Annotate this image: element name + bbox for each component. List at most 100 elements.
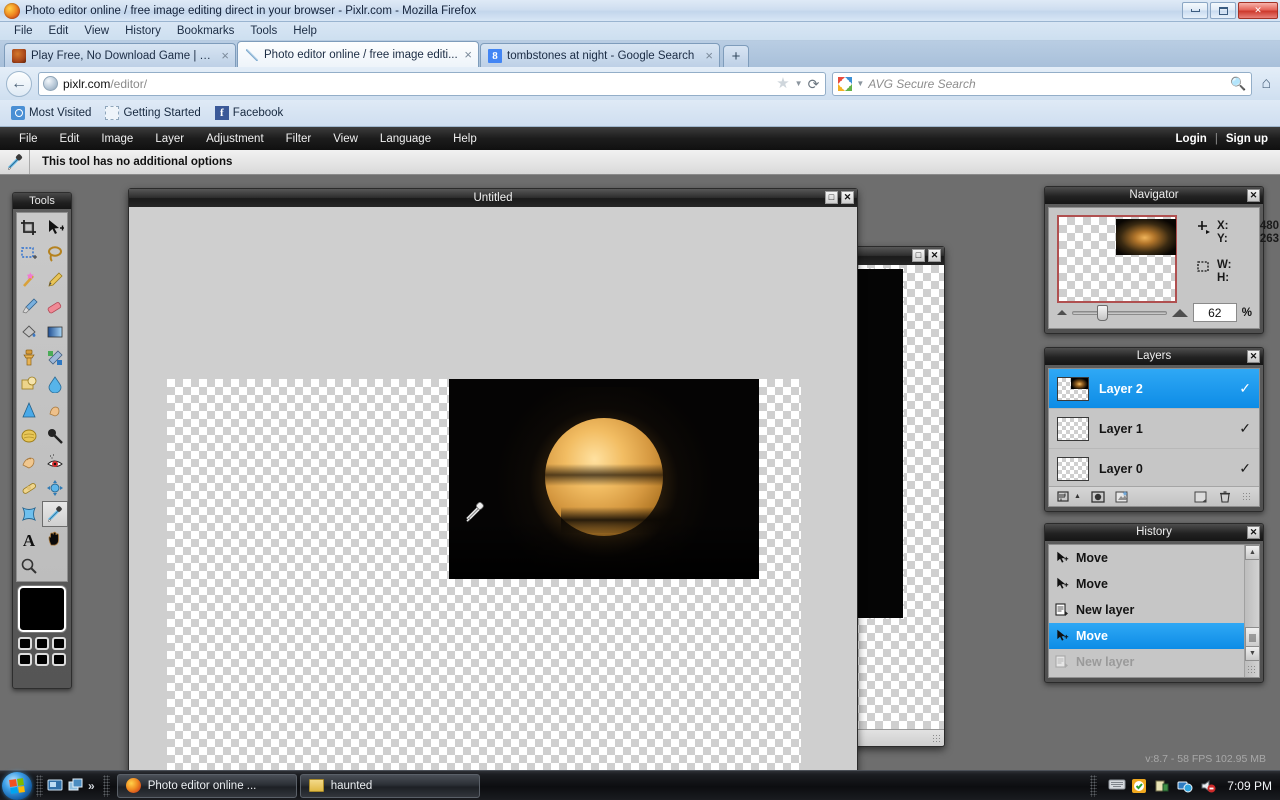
- lasso-tool[interactable]: [42, 241, 68, 267]
- pixlr-menu-adjustment[interactable]: Adjustment: [195, 133, 275, 145]
- signup-link[interactable]: Sign up: [1226, 133, 1268, 145]
- login-link[interactable]: Login: [1176, 133, 1207, 145]
- pixlr-menu-filter[interactable]: Filter: [275, 133, 323, 145]
- crop-tool[interactable]: [16, 215, 42, 241]
- new-tab-button[interactable]: +: [723, 45, 749, 67]
- layer-item-0[interactable]: Layer 0 ✓: [1049, 449, 1259, 489]
- drawing-tool[interactable]: [16, 371, 42, 397]
- close-button[interactable]: ✕: [1238, 2, 1278, 19]
- navigator-close-button[interactable]: ✕: [1247, 189, 1260, 202]
- reload-icon[interactable]: ⟳: [808, 77, 820, 91]
- color-picker-tool[interactable]: [42, 501, 68, 527]
- pencil-tool[interactable]: [42, 267, 68, 293]
- address-bar[interactable]: pixlr.com/editor/ ★ ▼ ⟳: [38, 71, 827, 96]
- layer-item-1[interactable]: Layer 1 ✓: [1049, 409, 1259, 449]
- history-item-move-1[interactable]: Move: [1049, 545, 1259, 571]
- zoom-out-icon[interactable]: [1057, 310, 1067, 315]
- menu-tools[interactable]: Tools: [242, 24, 285, 38]
- pixlr-menu-edit[interactable]: Edit: [49, 133, 91, 145]
- tab-close-icon[interactable]: ×: [705, 49, 713, 62]
- bookmark-getting-started[interactable]: Getting Started: [100, 104, 205, 122]
- gradient-tool[interactable]: [42, 319, 68, 345]
- sponge-tool[interactable]: [16, 423, 42, 449]
- zoom-slider[interactable]: [1072, 304, 1167, 321]
- device-icon[interactable]: [1154, 778, 1170, 794]
- browser-tab-google-search[interactable]: 8 tombstones at night - Google Search ×: [480, 43, 720, 67]
- zoom-tool[interactable]: [16, 553, 42, 579]
- menu-file[interactable]: File: [6, 24, 41, 38]
- taskbar-item-firefox[interactable]: Photo editor online ...: [116, 773, 297, 798]
- palette-swatch[interactable]: [35, 637, 49, 650]
- taskbar-handle-grip[interactable]: [36, 774, 43, 797]
- show-desktop-icon[interactable]: [47, 778, 63, 794]
- search-magnifier-icon[interactable]: 🔍: [1230, 76, 1246, 92]
- maximize-button[interactable]: [1210, 2, 1236, 19]
- wand-select-tool[interactable]: [16, 267, 42, 293]
- canvas-checkerboard[interactable]: [167, 379, 801, 800]
- palette-swatch[interactable]: [35, 653, 49, 666]
- history-item-new-layer-1[interactable]: New layer: [1049, 597, 1259, 623]
- taskbar-overflow-icon[interactable]: »: [88, 779, 95, 793]
- eraser-tool[interactable]: [42, 293, 68, 319]
- home-icon[interactable]: ⌂: [1258, 75, 1274, 93]
- layer-visibility-checkbox[interactable]: ✓: [1239, 420, 1251, 437]
- doc2-close-button[interactable]: ✕: [928, 249, 941, 262]
- document-window-untitled[interactable]: Untitled □ ✕: [128, 188, 858, 800]
- history-item-new-layer-2[interactable]: New layer: [1049, 649, 1259, 675]
- search-input[interactable]: AVG Secure Search: [868, 77, 1226, 91]
- history-item-move-3[interactable]: Move: [1049, 623, 1259, 649]
- history-scroll-down-button[interactable]: ▼: [1245, 646, 1259, 661]
- primary-color-swatch[interactable]: [18, 586, 66, 632]
- history-close-button[interactable]: ✕: [1247, 526, 1260, 539]
- palette-swatch[interactable]: [18, 637, 32, 650]
- document-canvas-area[interactable]: [129, 207, 857, 800]
- dodge-tool[interactable]: [42, 423, 68, 449]
- marquee-select-tool[interactable]: [16, 241, 42, 267]
- type-tool[interactable]: A: [16, 527, 42, 553]
- palette-swatch[interactable]: [18, 653, 32, 666]
- document-title-bar[interactable]: Untitled □ ✕: [129, 189, 857, 207]
- taskbar-handle-grip[interactable]: [102, 774, 110, 797]
- palette-swatch[interactable]: [52, 637, 66, 650]
- move-tool[interactable]: [42, 215, 68, 241]
- history-scrollbar[interactable]: ▲ ▼: [1244, 545, 1259, 677]
- menu-history[interactable]: History: [117, 24, 169, 38]
- red-eye-tool[interactable]: [42, 449, 68, 475]
- keyboard-icon[interactable]: [1108, 778, 1126, 794]
- taskbar-clock[interactable]: 7:09 PM: [1223, 779, 1272, 793]
- sharpen-tool[interactable]: [16, 397, 42, 423]
- clone-stamp-tool[interactable]: [16, 345, 42, 371]
- chevron-down-icon[interactable]: ▼: [856, 79, 864, 88]
- replace-color-tool[interactable]: [42, 345, 68, 371]
- menu-edit[interactable]: Edit: [41, 24, 77, 38]
- palette-swatch[interactable]: [52, 653, 66, 666]
- pinch-tool[interactable]: [16, 501, 42, 527]
- minimize-button[interactable]: [1182, 2, 1208, 19]
- doc-close-button[interactable]: ✕: [841, 191, 854, 204]
- menu-view[interactable]: View: [76, 24, 117, 38]
- layer-settings-icon[interactable]: [1057, 490, 1071, 504]
- tab-close-icon[interactable]: ×: [221, 49, 229, 62]
- navigator-zoom-input[interactable]: 62: [1192, 303, 1237, 322]
- navigator-thumbnail[interactable]: [1057, 215, 1177, 303]
- pixlr-menu-help[interactable]: Help: [442, 133, 488, 145]
- avg-shield-icon[interactable]: [1131, 778, 1147, 794]
- tray-handle-grip[interactable]: [1090, 775, 1098, 797]
- paint-bucket-tool[interactable]: [16, 319, 42, 345]
- spot-heal-tool[interactable]: [16, 475, 42, 501]
- doc-maximize-button[interactable]: □: [825, 191, 838, 204]
- zoom-in-icon[interactable]: [1171, 308, 1188, 317]
- layer-mask-icon[interactable]: [1091, 490, 1105, 504]
- history-item-move-2[interactable]: Move: [1049, 571, 1259, 597]
- layer-visibility-checkbox[interactable]: ✓: [1239, 380, 1251, 397]
- tab-close-icon[interactable]: ×: [464, 48, 472, 61]
- pixlr-menu-image[interactable]: Image: [90, 133, 144, 145]
- browser-tab-game[interactable]: Play Free, No Download Game | Thirs... ×: [4, 43, 236, 67]
- browser-tab-pixlr[interactable]: Photo editor online / free image editi..…: [237, 41, 479, 67]
- new-layer-icon[interactable]: [1194, 490, 1208, 504]
- pixlr-menu-layer[interactable]: Layer: [144, 133, 195, 145]
- speaker-muted-icon[interactable]: [1200, 778, 1216, 794]
- layers-close-button[interactable]: ✕: [1247, 350, 1260, 363]
- bookmark-star-icon[interactable]: ★: [776, 76, 789, 91]
- menu-bookmarks[interactable]: Bookmarks: [169, 24, 243, 38]
